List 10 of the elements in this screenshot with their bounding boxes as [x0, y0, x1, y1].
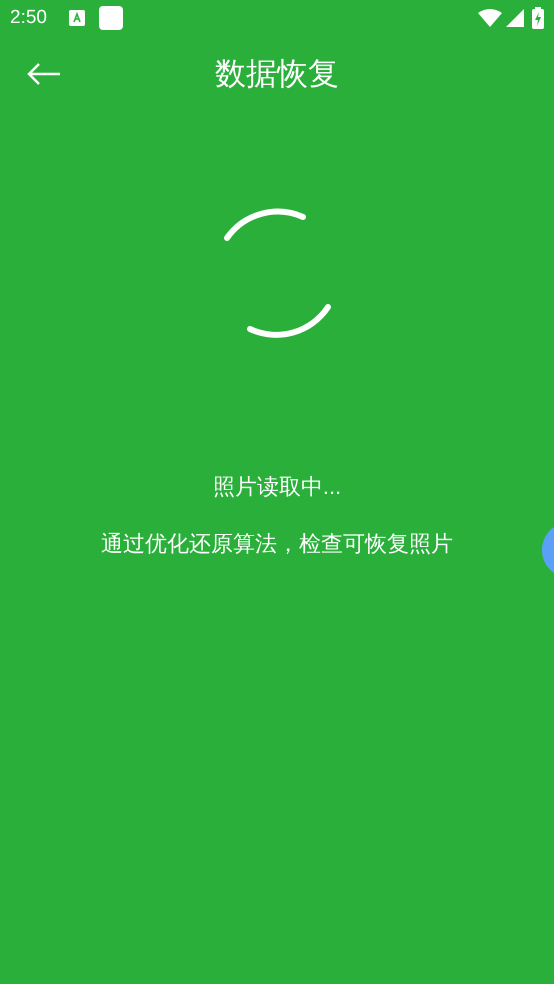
back-arrow-icon: [26, 62, 62, 86]
status-time: 2:50: [10, 6, 47, 30]
keyboard-notification-icon: [68, 10, 85, 26]
square-notification-icon: [98, 6, 123, 30]
wifi-icon: [478, 9, 502, 27]
description-text: 通过优化还原算法，检查可恢复照片: [101, 530, 453, 558]
battery-icon: [532, 7, 544, 29]
status-text: 照片读取中...: [212, 473, 342, 501]
page-title: 数据恢复: [215, 54, 339, 93]
signal-icon: [506, 9, 524, 27]
